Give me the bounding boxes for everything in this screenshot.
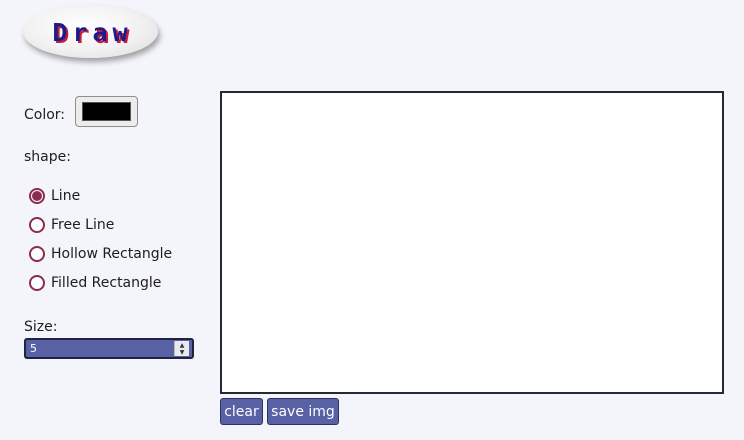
shape-option-free-line[interactable]: Free Line (29, 217, 114, 233)
shape-option-label: Filled Rectangle (51, 275, 162, 291)
clear-button[interactable]: clear (220, 398, 263, 425)
app-logo: Draw (23, 5, 158, 58)
shape-label: shape: (24, 149, 71, 165)
radio-selected-icon[interactable] (29, 188, 45, 204)
shape-option-filled-rectangle[interactable]: Filled Rectangle (29, 275, 161, 291)
shape-option-line[interactable]: Line (29, 188, 80, 204)
color-picker[interactable] (75, 96, 138, 127)
color-swatch (82, 102, 131, 121)
shape-option-hollow-rectangle[interactable]: Hollow Rectangle (29, 246, 172, 262)
shape-option-label: Line (51, 188, 81, 204)
spinner-arrows-icon[interactable]: ▲ ▼ (174, 341, 189, 356)
radio-icon[interactable] (29, 275, 45, 291)
size-label: Size: (24, 319, 58, 335)
save-image-button[interactable]: save img (267, 398, 339, 425)
size-value: 5 (30, 342, 37, 355)
radio-icon[interactable] (29, 246, 45, 262)
logo-text: Draw (52, 18, 133, 47)
shape-option-label: Free Line (51, 217, 115, 233)
radio-icon[interactable] (29, 217, 45, 233)
color-label: Color: (24, 107, 66, 123)
drawing-canvas[interactable] (220, 91, 724, 394)
shape-option-label: Hollow Rectangle (51, 246, 173, 262)
size-number-input[interactable]: 5 ▲ ▼ (24, 338, 194, 359)
